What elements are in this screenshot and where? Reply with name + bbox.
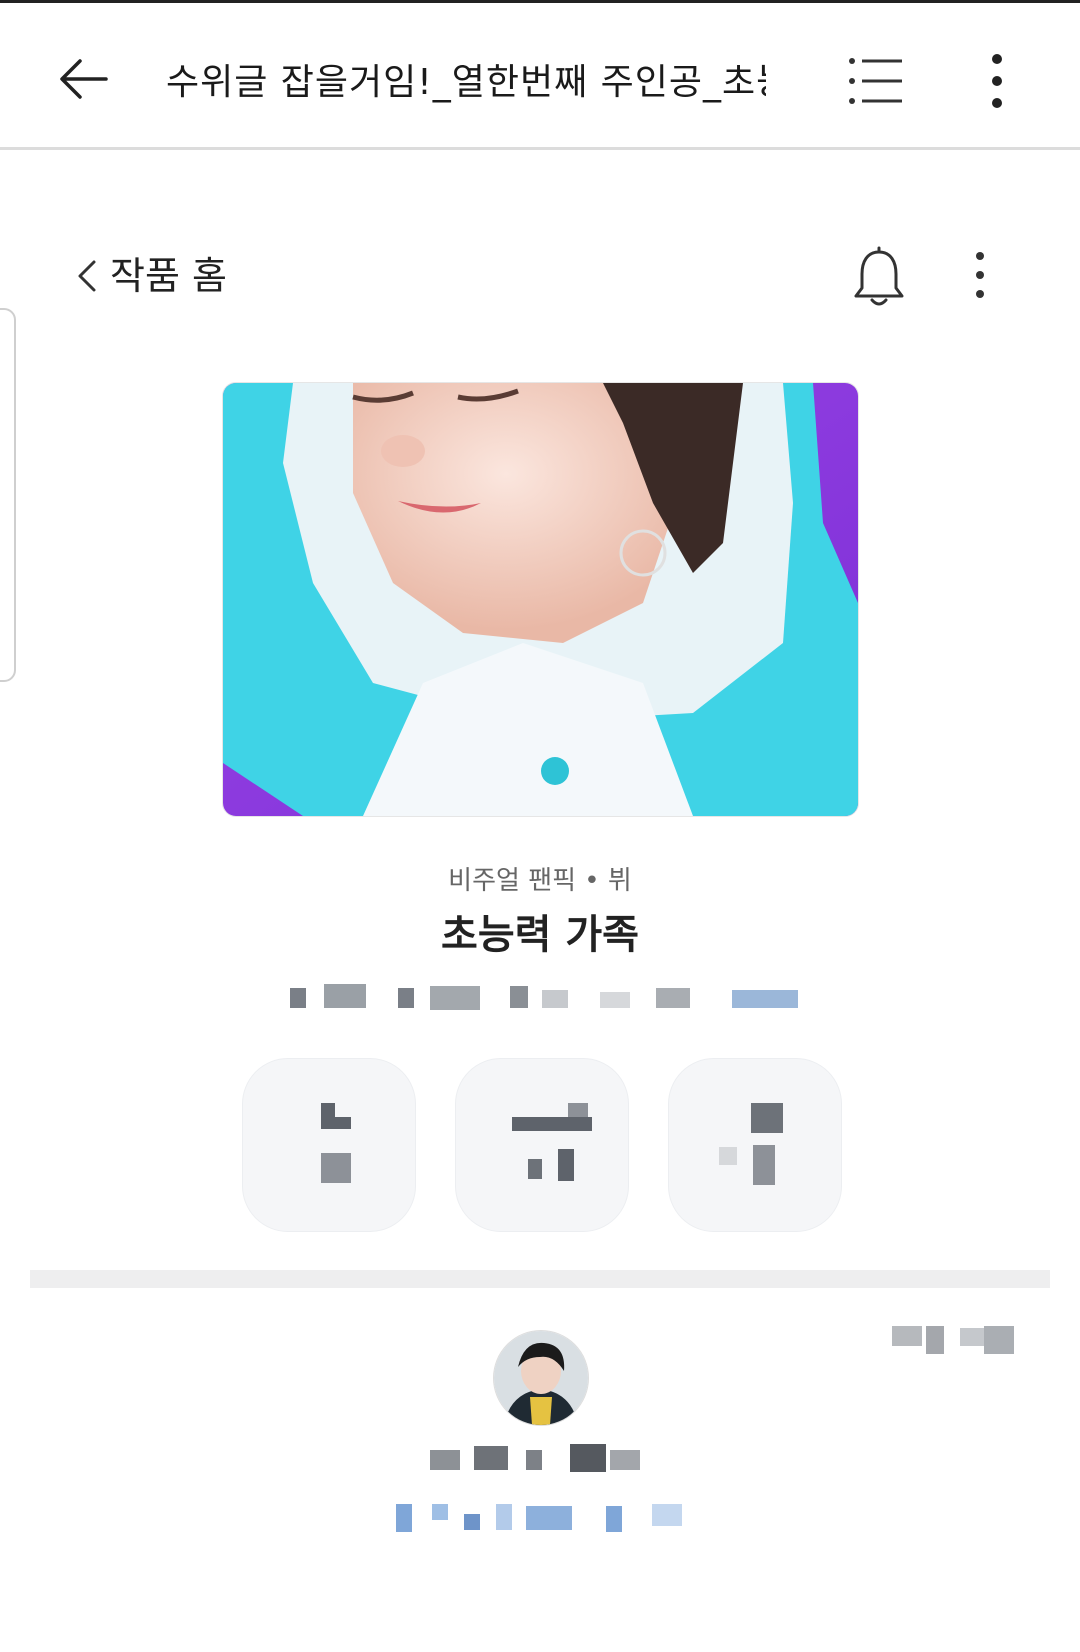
bell-icon[interactable]: [852, 246, 906, 308]
top-app-bar: 수위글 잡을거임!_열한번째 주인공_초능…: [0, 0, 1080, 150]
redacted-author-link[interactable]: [396, 1500, 696, 1534]
redacted-meta-row: [270, 980, 830, 1014]
work-home-link[interactable]: 작품 홈: [110, 250, 227, 302]
cover-illustration: [223, 383, 858, 816]
stat-card[interactable]: [668, 1058, 842, 1232]
stat-card[interactable]: [242, 1058, 416, 1232]
list-icon[interactable]: [848, 55, 904, 107]
redacted-date: [880, 1320, 1030, 1354]
work-title: 초능력 가족: [441, 912, 639, 958]
genre-label: 비주얼 팬픽 • 뷔: [448, 866, 632, 896]
author-avatar[interactable]: [493, 1330, 589, 1426]
chevron-left-icon[interactable]: [76, 258, 98, 294]
more-vertical-icon[interactable]: [968, 250, 992, 300]
stat-card[interactable]: [455, 1058, 629, 1232]
edge-panel-handle[interactable]: [0, 308, 16, 682]
cover-image: [222, 382, 859, 817]
work-home-header: 작품 홈: [0, 240, 1080, 310]
arrow-left-icon[interactable]: [56, 51, 112, 107]
redacted-author-name: [430, 1440, 660, 1474]
section-divider: [30, 1270, 1050, 1288]
chapter-title: 수위글 잡을거임!_열한번째 주인공_초능…: [166, 62, 766, 103]
more-vertical-icon[interactable]: [982, 51, 1012, 111]
